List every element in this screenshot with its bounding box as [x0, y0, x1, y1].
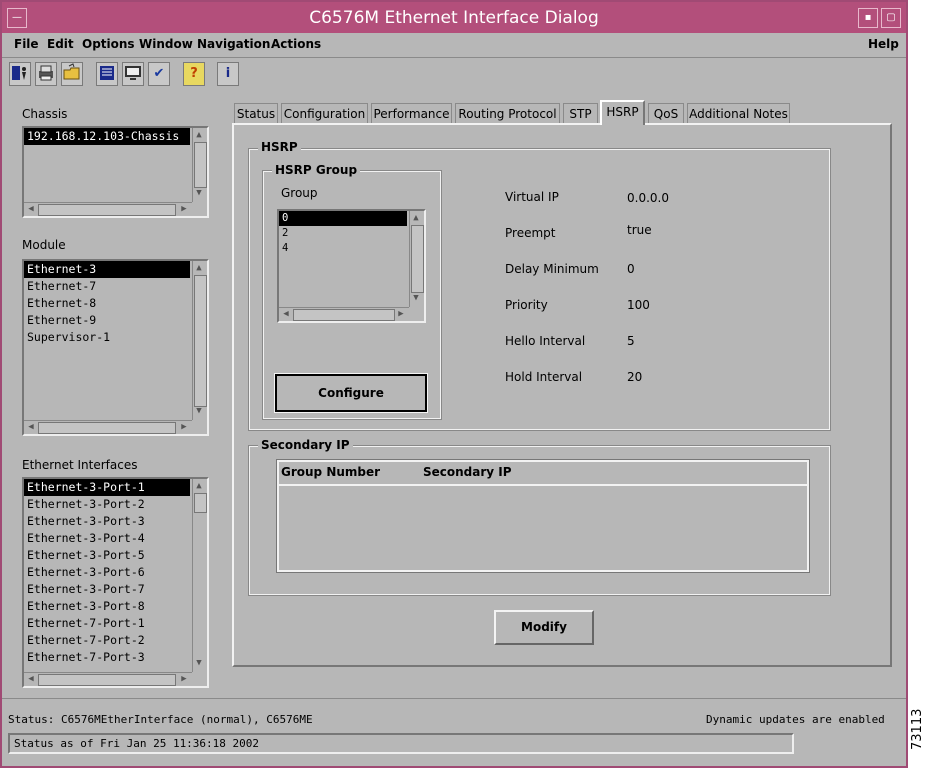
ethernet-interface-list-item[interactable]: Ethernet-3-Port-7 [24, 581, 190, 598]
chassis-hscroll[interactable]: ◀ ▶ [24, 202, 192, 216]
module-hscroll[interactable]: ◀ ▶ [24, 420, 192, 434]
preempt-label: Preempt [505, 226, 556, 240]
preempt-value: true [627, 223, 652, 237]
module-list-item[interactable]: Ethernet-3 [24, 261, 190, 278]
module-list-item[interactable]: Ethernet-9 [24, 312, 190, 329]
menu-file[interactable]: File [14, 37, 39, 51]
window-title: C6576M Ethernet Interface Dialog [309, 8, 599, 28]
tab-performance[interactable]: Performance [371, 103, 452, 124]
ethernet-interface-list-item[interactable]: Ethernet-3-Port-2 [24, 496, 190, 513]
ethernet-interface-list-item[interactable]: Ethernet-3-Port-3 [24, 513, 190, 530]
print-icon[interactable] [35, 62, 57, 86]
chassis-label: Chassis [22, 107, 68, 121]
group-vscroll[interactable]: ▲ ▼ [409, 211, 424, 307]
ethernet-interface-list-item[interactable]: Ethernet-7-Port-3 [24, 649, 190, 666]
menu-window[interactable]: Window [139, 37, 193, 51]
monitor-icon[interactable] [122, 62, 144, 86]
group-hscroll[interactable]: ◀ ▶ [279, 307, 409, 321]
ethernet-interfaces-label: Ethernet Interfaces [22, 458, 138, 472]
help-icon[interactable]: ? [183, 62, 205, 86]
info-icon[interactable]: i [217, 62, 239, 86]
virtual-ip-value: 0.0.0.0 [627, 191, 669, 205]
module-label: Module [22, 238, 66, 252]
tab-stp[interactable]: STP [563, 103, 598, 124]
hello-interval-value: 5 [627, 334, 635, 348]
module-vscroll[interactable]: ▲ ▼ [192, 261, 207, 420]
delay-minimum-label: Delay Minimum [505, 262, 599, 276]
chassis-vscroll[interactable]: ▲ ▼ [192, 128, 207, 202]
hsrp-group-title: HSRP Group [272, 163, 361, 177]
title-bar[interactable]: — C6576M Ethernet Interface Dialog ▪ ▢ [2, 2, 906, 33]
group-list-item[interactable]: 4 [279, 241, 407, 256]
priority-label: Priority [505, 298, 548, 312]
ethernet-hscroll[interactable]: ◀ ▶ [24, 672, 192, 686]
ethernet-vscroll[interactable]: ▲ ▼ [192, 479, 207, 672]
checkmark-icon[interactable]: ✔ [148, 62, 170, 86]
chassis-list[interactable]: 192.168.12.103-Chassis ▲ ▼ ◀ ▶ [22, 126, 209, 218]
priority-value: 100 [627, 298, 650, 312]
module-list[interactable]: Ethernet-3 Ethernet-7 Ethernet-8 Ethernet-9… [22, 259, 209, 436]
status-divider [2, 698, 906, 699]
status-timestamp-field: Status as of Fri Jan 25 11:36:18 2002 [8, 733, 794, 754]
tab-additional-notes[interactable]: Additional Notes [687, 103, 790, 124]
exit-icon[interactable] [9, 62, 31, 86]
hold-interval-label: Hold Interval [505, 370, 583, 384]
menu-edit[interactable]: Edit [47, 37, 74, 51]
module-list-item[interactable]: Ethernet-8 [24, 295, 190, 312]
hold-interval-value: 20 [627, 370, 643, 384]
menu-actions[interactable]: Actions [271, 37, 321, 51]
menu-bar: File Edit Options Window Navigation Acti… [2, 33, 906, 58]
virtual-ip-label: Virtual IP [505, 190, 559, 204]
menu-navigation[interactable]: Navigation [197, 37, 270, 51]
tab-qos[interactable]: QoS [648, 103, 684, 124]
ethernet-interface-list-item[interactable]: Ethernet-3-Port-5 [24, 547, 190, 564]
column-secondary-ip[interactable]: Secondary IP [423, 465, 512, 479]
group-list[interactable]: 024 ▲ ▼ ◀ ▶ [277, 209, 426, 323]
ethernet-interface-list-item[interactable]: Ethernet-3-Port-6 [24, 564, 190, 581]
tab-configuration[interactable]: Configuration [281, 103, 368, 124]
delay-minimum-value: 0 [627, 262, 635, 276]
module-list-item[interactable]: Ethernet-7 [24, 278, 190, 295]
maximize-button[interactable]: ▢ [881, 8, 901, 28]
minimize-button[interactable]: ▪ [858, 8, 878, 28]
group-list-item[interactable]: 2 [279, 226, 407, 241]
ethernet-interface-list-item[interactable]: Ethernet-3-Port-4 [24, 530, 190, 547]
ethernet-interfaces-list[interactable]: Ethernet-3-Port-1 Ethernet-3-Port-2 Ethern… [22, 477, 209, 688]
status-text: Status: C6576MEtherInterface (normal), C… [8, 713, 313, 726]
list-icon[interactable] [96, 62, 118, 86]
tab-hsrp[interactable]: HSRP [600, 100, 645, 125]
chassis-list-item[interactable]: 192.168.12.103-Chassis [24, 128, 190, 145]
modify-button[interactable]: Modify [494, 610, 594, 645]
menu-options[interactable]: Options [82, 37, 135, 51]
ethernet-interface-list-item[interactable]: Ethernet-7-Port-1 [24, 615, 190, 632]
ethernet-interface-list-item[interactable]: Ethernet-7-Port-2 [24, 632, 190, 649]
group-label: Group [281, 186, 318, 200]
ethernet-interface-list-item[interactable]: Ethernet-3-Port-8 [24, 598, 190, 615]
hsrp-section-title: HSRP [258, 140, 301, 154]
figure-id: 73113 [910, 708, 925, 750]
hello-interval-label: Hello Interval [505, 334, 586, 348]
secondary-ip-table-header: Group Number Secondary IP [279, 462, 807, 486]
secondary-ip-table[interactable]: Group Number Secondary IP [276, 459, 810, 573]
module-list-item[interactable]: Supervisor-1 [24, 329, 190, 346]
tab-status[interactable]: Status [234, 103, 278, 124]
ethernet-interface-list-item[interactable]: Ethernet-3-Port-1 [24, 479, 190, 496]
group-list-item[interactable]: 0 [279, 211, 407, 226]
dynamic-updates-text: Dynamic updates are enabled [706, 713, 885, 726]
tab-routing-protocol[interactable]: Routing Protocol [455, 103, 560, 124]
secondary-ip-title: Secondary IP [258, 438, 353, 452]
column-group-number[interactable]: Group Number [281, 465, 380, 479]
menu-help[interactable]: Help [868, 37, 899, 51]
open-folder-icon[interactable] [61, 62, 83, 86]
configure-button[interactable]: Configure [274, 373, 428, 413]
